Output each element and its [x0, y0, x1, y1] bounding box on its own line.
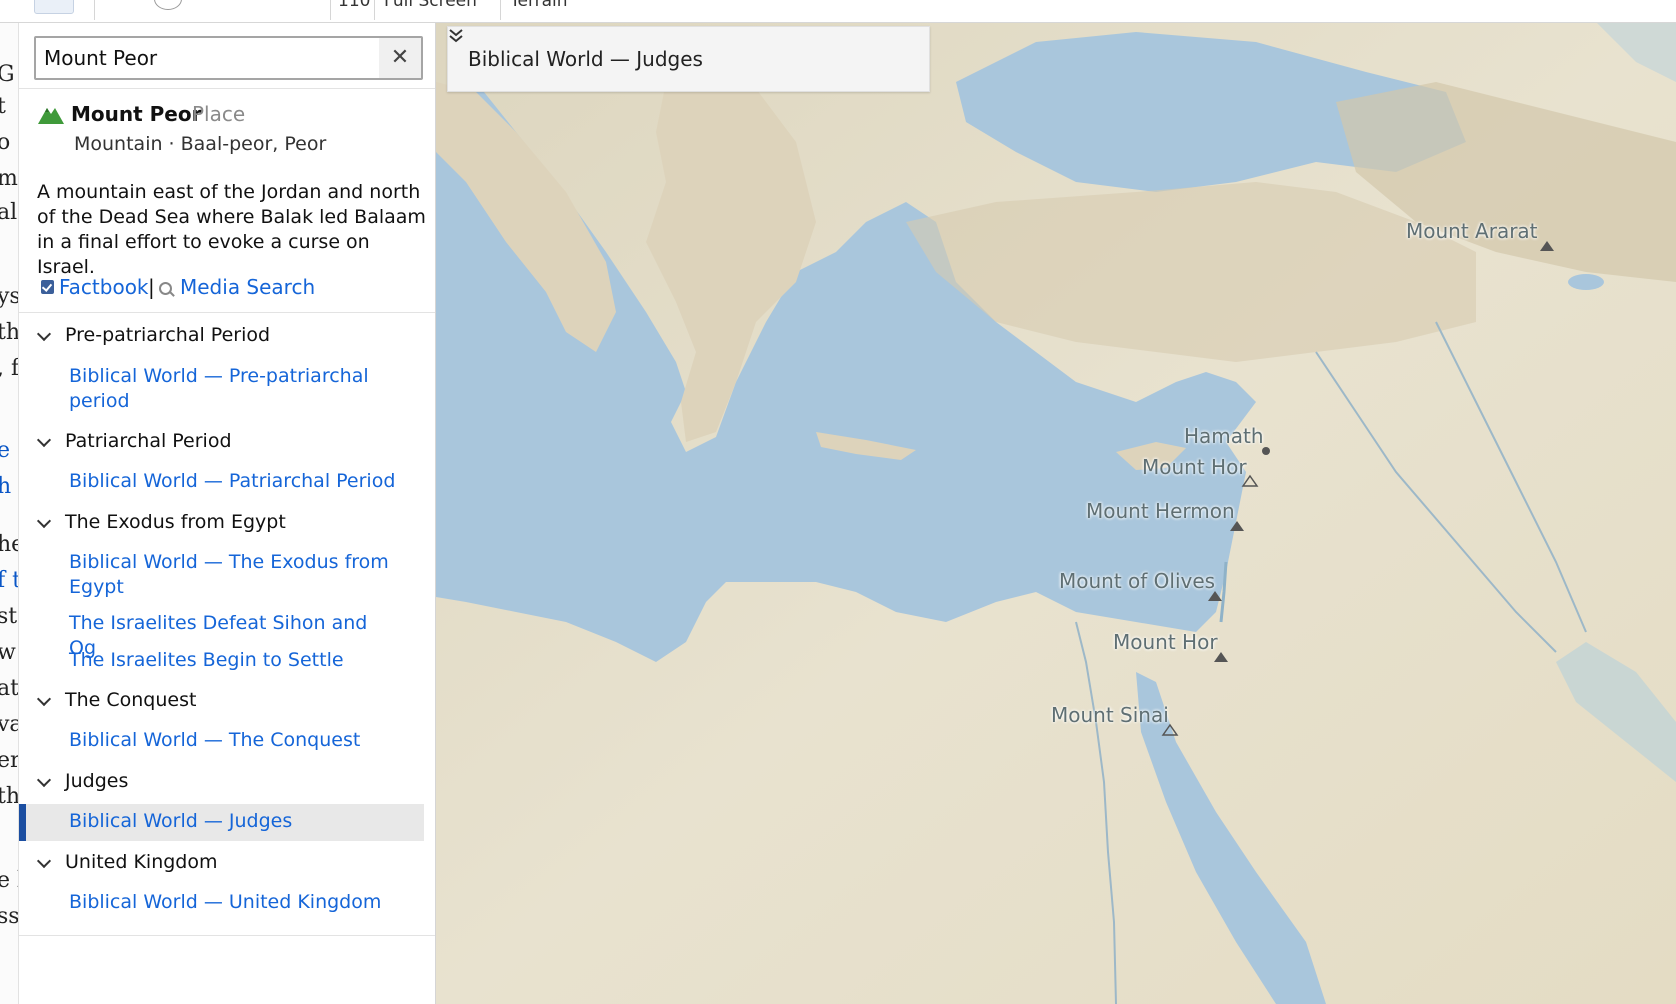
section-heading: The Conquest [65, 689, 197, 711]
section-united-kingdom[interactable]: United Kingdom [36, 851, 218, 873]
document-text-fragment: w [0, 640, 16, 665]
clear-search-button[interactable]: ✕ [379, 38, 421, 78]
chevron-down-icon [36, 432, 52, 447]
section-judges[interactable]: Judges [36, 770, 129, 792]
place-title: Mount Peor [71, 102, 202, 126]
section-heading: Patriarchal Period [65, 430, 232, 452]
map-label-mount-hermon[interactable]: Mount Hermon [1086, 499, 1235, 523]
map-view[interactable]: Mount Ararat Hamath Mount Hor Mount Herm… [436, 22, 1676, 1004]
document-text-fragment: th [0, 784, 19, 809]
document-text-fragment: t [0, 94, 6, 119]
search-box: ✕ [34, 36, 423, 80]
place-type: Place [192, 102, 246, 126]
link-separator: | [148, 275, 155, 299]
section-heading: Judges [65, 770, 129, 792]
section-heading: United Kingdom [65, 851, 218, 873]
search-input[interactable] [36, 38, 366, 78]
chevron-down-icon [36, 513, 52, 528]
chevron-down-icon [36, 772, 52, 787]
document-link-fragment[interactable]: f t [0, 568, 18, 593]
toolbar-divider [374, 0, 375, 20]
place-description: A mountain east of the Jordan and north … [37, 181, 426, 278]
section-heading: The Exodus from Egypt [65, 511, 286, 533]
terrain-map [436, 22, 1676, 1004]
document-pane-edge: G t o m al ys th , f e h w he f t st w a… [0, 22, 19, 1004]
divider [19, 935, 435, 936]
document-text-fragment: va [0, 712, 18, 737]
section-patriarchal[interactable]: Patriarchal Period [36, 430, 232, 452]
map-label-mount-sinai[interactable]: Mount Sinai [1051, 703, 1169, 727]
selected-row-indicator [19, 804, 26, 841]
map-link-exodus[interactable]: Biblical World — The Exodus from Egypt [69, 550, 399, 600]
toolbar-divider [94, 0, 95, 20]
section-conquest[interactable]: The Conquest [36, 689, 197, 711]
section-exodus[interactable]: The Exodus from Egypt [36, 511, 286, 533]
chevron-down-icon [36, 326, 52, 341]
document-text-fragment: st [0, 604, 18, 629]
map-label-hamath[interactable]: Hamath [1184, 424, 1264, 448]
map-label-mount-ararat[interactable]: Mount Ararat [1406, 219, 1538, 243]
map-selector-dropdown[interactable]: Biblical World — Judges [447, 26, 930, 92]
search-icon [159, 282, 172, 295]
sidebar-toggle-button[interactable] [34, 0, 74, 14]
map-link-pre-patriarchal[interactable]: Biblical World — Pre-patriarchal period [69, 364, 399, 414]
map-link-conquest[interactable]: Biblical World — The Conquest [69, 728, 399, 753]
place-panel: ✕ Mount Peor Place Mountain · Baal-peor,… [19, 22, 436, 1004]
section-pre-patriarchal[interactable]: Pre-patriarchal Period [36, 324, 271, 346]
document-text-fragment: at [0, 676, 19, 701]
media-search-link[interactable]: Media Search [180, 275, 315, 299]
document-text-fragment: ys [0, 284, 18, 309]
map-link-patriarchal[interactable]: Biblical World — Patriarchal Period [69, 469, 399, 494]
document-link-fragment[interactable]: h w [0, 474, 18, 499]
document-link-fragment[interactable]: e [0, 438, 10, 463]
document-text-fragment: he [0, 532, 18, 557]
terrain-button[interactable]: Terrain [510, 0, 568, 11]
document-text-fragment: m [0, 166, 18, 191]
section-heading: Pre-patriarchal Period [65, 324, 271, 346]
mountain-icon [38, 108, 64, 124]
map-label-mount-hor[interactable]: Mount Hor [1142, 455, 1247, 479]
map-link-judges[interactable]: Biblical World — Judges [69, 809, 399, 834]
document-text-fragment: G [0, 62, 15, 87]
place-subtitle: Mountain · Baal-peor, Peor [74, 133, 327, 155]
document-text-fragment: er [0, 748, 18, 773]
map-selector-label: Biblical World — Judges [468, 47, 703, 71]
factbook-icon [41, 280, 54, 294]
map-link-settle[interactable]: The Israelites Begin to Settle [69, 648, 399, 673]
document-text-fragment: al [0, 200, 18, 225]
chevron-down-icon [36, 691, 52, 706]
double-chevron-down-icon [449, 29, 463, 43]
factbook-link[interactable]: Factbook [59, 275, 149, 299]
divider [19, 88, 435, 89]
full-screen-button[interactable]: Full Screen [384, 0, 477, 11]
divider [19, 312, 435, 313]
zoom-level-text: 110 [338, 0, 371, 11]
toolbar-divider [330, 0, 331, 20]
document-text-fragment: o [0, 130, 10, 155]
document-text-fragment: th [0, 320, 19, 345]
map-label-mount-of-olives[interactable]: Mount of Olives [1059, 569, 1215, 593]
map-label-mount-hor[interactable]: Mount Hor [1113, 630, 1218, 654]
top-toolbar: 110 Full Screen Terrain [0, 0, 1676, 23]
chevron-down-icon [36, 853, 52, 868]
hamath-marker[interactable] [1262, 447, 1270, 455]
document-text-fragment: e b [0, 868, 18, 893]
zoom-slider-handle[interactable] [154, 0, 182, 10]
document-text-fragment: ss [0, 904, 19, 929]
document-text-fragment: , f [0, 356, 19, 381]
map-link-united-kingdom[interactable]: Biblical World — United Kingdom [69, 890, 399, 915]
toolbar-divider [500, 0, 501, 20]
